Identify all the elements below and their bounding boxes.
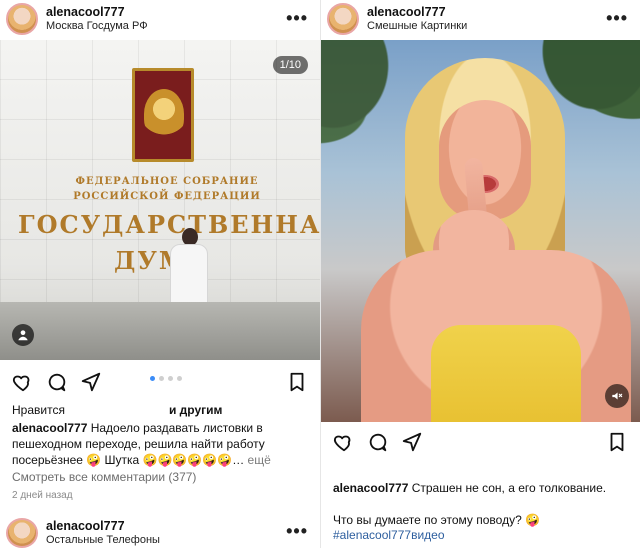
send-icon[interactable]	[401, 431, 423, 453]
carousel-dot[interactable]	[168, 376, 173, 381]
avatar[interactable]	[6, 3, 38, 35]
post-header-text: alenacool777 Москва Госдума РФ	[46, 5, 148, 33]
post-timestamp: 2 дней назад	[12, 490, 73, 501]
hashtag-link[interactable]: #alenacool777видео	[333, 528, 445, 542]
caption-question: Что вы думаете по этому поводу? 🤪	[333, 513, 541, 527]
bookmark-icon[interactable]	[286, 371, 308, 393]
more-options-button[interactable]: •••	[286, 521, 308, 542]
caption-text: Страшен не сон, а его толкование.	[411, 481, 607, 495]
person-body	[170, 244, 208, 308]
location[interactable]: Смешные Картинки	[367, 19, 467, 33]
swimsuit	[431, 325, 581, 422]
carousel-dots	[150, 376, 182, 381]
username[interactable]: alenacool777	[46, 519, 160, 533]
next-post-header-text: alenacool777 Остальные Телефоны	[46, 519, 160, 547]
mute-icon[interactable]	[605, 384, 629, 408]
location[interactable]: Москва Госдума РФ	[46, 19, 148, 33]
more-options-button[interactable]: •••	[286, 8, 308, 29]
post-video[interactable]	[321, 40, 640, 422]
caption-more-link[interactable]: ещё	[248, 453, 271, 467]
coat-of-arms	[132, 68, 194, 162]
sign-line-1: ФЕДЕРАЛЬНОЕ СОБРАНИЕ	[75, 176, 259, 187]
view-comments-link[interactable]: Смотреть все комментарии (377)	[12, 470, 196, 484]
caption-username[interactable]: alenacool777	[12, 421, 87, 435]
carousel-dot[interactable]	[159, 376, 164, 381]
avatar[interactable]	[327, 3, 359, 35]
caption-username[interactable]: alenacool777	[333, 481, 408, 495]
post-right: alenacool777 Смешные Картинки ••• alenac…	[320, 0, 640, 548]
likes-row: Нравится и другим	[12, 403, 312, 417]
carousel-dot[interactable]	[177, 376, 182, 381]
post-actions	[321, 424, 640, 460]
comment-icon[interactable]	[46, 371, 68, 393]
username[interactable]: alenacool777	[367, 5, 467, 19]
likes-other[interactable]: и другим	[169, 403, 222, 417]
bookmark-icon[interactable]	[606, 431, 628, 453]
post-image[interactable]: ФЕДЕРАЛЬНОЕ СОБРАНИЕ РОССИЙСКОЙ ФЕДЕРАЦИ…	[0, 40, 320, 360]
next-post-header: alenacool777 Остальные Телефоны •••	[0, 514, 320, 548]
post-caption: alenacool777 Надоело раздавать листовки …	[12, 420, 312, 468]
user-tag-icon[interactable]	[12, 324, 34, 346]
carousel-dot-active[interactable]	[150, 376, 155, 381]
post-left: alenacool777 Москва Госдума РФ ••• ФЕДЕР…	[0, 0, 320, 548]
floor	[0, 302, 320, 360]
avatar[interactable]	[6, 518, 38, 548]
post-caption: alenacool777 Страшен не сон, а его толко…	[333, 480, 633, 496]
post-header-text: alenacool777 Смешные Картинки	[367, 5, 467, 33]
image-counter: 1/10	[272, 56, 308, 74]
username[interactable]: alenacool777	[46, 5, 148, 19]
post-header: alenacool777 Москва Госдума РФ •••	[0, 0, 320, 38]
comment-icon[interactable]	[367, 431, 389, 453]
more-options-button[interactable]: •••	[606, 8, 628, 29]
heart-icon[interactable]	[12, 371, 34, 393]
eagle-emblem-icon	[144, 89, 184, 139]
post-header: alenacool777 Смешные Картинки •••	[321, 0, 640, 38]
heart-icon[interactable]	[333, 431, 355, 453]
send-icon[interactable]	[80, 371, 102, 393]
location[interactable]: Остальные Телефоны	[46, 533, 160, 547]
feed-screenshot: alenacool777 Москва Госдума РФ ••• ФЕДЕР…	[0, 0, 640, 548]
post-actions	[0, 364, 320, 400]
likes-prefix: Нравится	[12, 403, 65, 417]
sign-line-2: РОССИЙСКОЙ ФЕДЕРАЦИИ	[73, 191, 261, 202]
